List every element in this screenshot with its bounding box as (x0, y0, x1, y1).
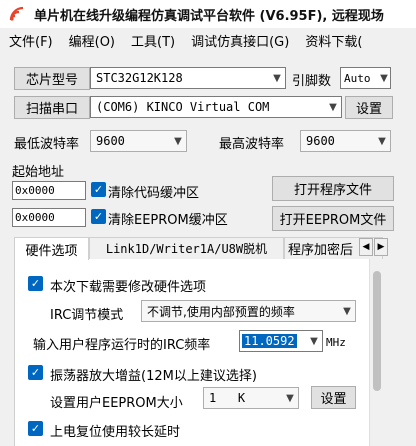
menu-downloads[interactable]: 资料下载( (296, 31, 369, 50)
menu-program[interactable]: 编程(O) (60, 31, 122, 50)
title-bar: 单片机在线升级编程仿真调试平台软件 (V6.95F), 远程现场 (0, 0, 416, 28)
port-select[interactable]: (COM6) KINCO Virtual COM ▼ (90, 96, 342, 118)
modify-hw-label: 本次下载需要修改硬件选项 (50, 280, 207, 295)
chevron-down-icon: ▼ (380, 72, 388, 84)
pins-label: 引脚数 (292, 74, 332, 89)
check-icon: ✓ (30, 366, 41, 379)
window-edge (398, 236, 416, 446)
tab-scroll-right-icon[interactable]: ▶ (374, 238, 388, 256)
check-icon: ✓ (93, 183, 104, 196)
menu-file[interactable]: 文件(F) (0, 31, 60, 50)
max-baud-label: 最高波特率 (219, 137, 285, 152)
open-eeprom-file-button[interactable]: 打开EEPROM文件 (272, 206, 394, 231)
irc-freq-unit: MHz (326, 336, 346, 349)
chevron-down-icon: ▼ (329, 101, 337, 113)
chevron-down-icon: ▼ (343, 305, 351, 317)
panel-scrollbar[interactable] (369, 259, 383, 446)
eeprom-size-value: 1 K (209, 391, 246, 405)
scrollbar-thumb[interactable] (373, 271, 381, 391)
irc-mode-value: 不调节,使用内部预置的频率 (147, 304, 295, 319)
long-reset-label: 上电复位使用较长延时 (50, 425, 181, 440)
eeprom-address-input[interactable]: 0x0000 (12, 208, 86, 227)
clear-code-label: 清除代码缓冲区 (108, 186, 200, 201)
max-baud-value: 9600 (306, 134, 335, 148)
max-baud-select[interactable]: 9600 ▼ (300, 130, 391, 152)
menu-tools[interactable]: 工具(T) (122, 31, 182, 50)
tab-strip: 硬件选项 Link1D/Writer1A/U8W脱机 程序加密后 (14, 237, 383, 260)
chevron-down-icon: ▼ (174, 135, 182, 147)
min-baud-value: 9600 (96, 134, 125, 148)
eeprom-size-label: 设置用户EEPROM大小 (50, 396, 183, 411)
code-address-input[interactable]: 0x0000 (12, 181, 86, 200)
irc-freq-label: 输入用户程序运行时的IRC频率 (33, 338, 211, 353)
eeprom-size-select[interactable]: 1 K ▼ (203, 387, 299, 409)
clear-eeprom-label: 清除EEPROM缓冲区 (108, 213, 228, 228)
min-baud-select[interactable]: 9600 ▼ (90, 130, 187, 152)
open-program-file-button[interactable]: 打开程序文件 (272, 176, 394, 201)
tab-scroll-left-icon[interactable]: ◀ (359, 238, 373, 256)
long-reset-checkbox[interactable]: ✓ (28, 421, 43, 436)
min-baud-label: 最低波特率 (14, 137, 80, 152)
clear-eeprom-checkbox[interactable]: ✓ (91, 209, 106, 224)
port-settings-button[interactable]: 设置 (345, 96, 393, 119)
eeprom-size-settings-button[interactable]: 设置 (311, 386, 356, 409)
port-value: (COM6) KINCO Virtual COM (96, 100, 270, 114)
chevron-down-icon: ▼ (273, 72, 281, 84)
pins-select[interactable]: Auto ▼ (340, 67, 391, 89)
chip-model-button[interactable]: 芯片型号 (14, 67, 90, 90)
irc-mode-select[interactable]: 不调节,使用内部预置的频率 ▼ (141, 300, 356, 322)
tab-hardware-options[interactable]: 硬件选项 (14, 237, 89, 260)
osc-gain-label: 振荡器放大增益(12M以上建议选择) (50, 369, 257, 384)
irc-mode-label: IRC调节模式 (50, 308, 124, 323)
pins-value: Auto (344, 71, 371, 85)
modify-hw-checkbox[interactable]: ✓ (28, 276, 43, 291)
check-icon: ✓ (30, 422, 41, 435)
scan-port-button[interactable]: 扫描串口 (14, 96, 90, 119)
irc-freq-value: 11.0592 (242, 334, 297, 348)
start-address-label: 起始地址 (12, 165, 65, 180)
chevron-down-icon: ▼ (286, 392, 294, 404)
chip-model-value: STC32G12K128 (96, 71, 183, 85)
menu-bar: 文件(F) 编程(O) 工具(T) 调试仿真接口(G) 资料下载( (0, 28, 416, 52)
clear-code-checkbox[interactable]: ✓ (91, 182, 106, 197)
window-title: 单片机在线升级编程仿真调试平台软件 (V6.95F), 远程现场 (34, 8, 384, 24)
chip-model-select[interactable]: STC32G12K128 ▼ (90, 67, 286, 89)
tab-offline-writer[interactable]: Link1D/Writer1A/U8W脱机 (89, 237, 284, 259)
check-icon: ✓ (93, 210, 104, 223)
chevron-down-icon: ▼ (378, 135, 386, 147)
app-icon (9, 6, 24, 21)
irc-freq-select[interactable]: 11.0592 ▼ (239, 330, 323, 352)
chevron-down-icon: ▼ (310, 335, 318, 347)
osc-gain-checkbox[interactable]: ✓ (28, 365, 43, 380)
check-icon: ✓ (30, 277, 41, 290)
menu-debug-interface[interactable]: 调试仿真接口(G) (182, 31, 296, 50)
